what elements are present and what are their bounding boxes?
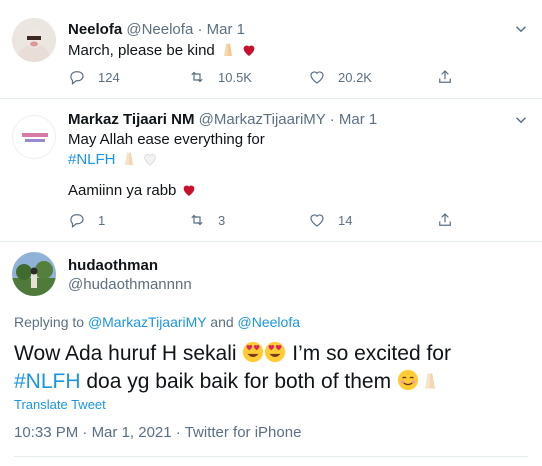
tweet-date[interactable]: Mar 1: [339, 111, 377, 128]
tweet-source[interactable]: Twitter for iPhone: [185, 424, 302, 441]
heart-eyes-emoji: [264, 341, 286, 371]
smiling-face-emoji: [397, 369, 419, 399]
tweet-text: March, please be kind: [68, 42, 215, 59]
avatar-hudaothman[interactable]: [12, 252, 56, 296]
like-icon: [310, 71, 324, 84]
dot-separator: ·: [175, 424, 181, 441]
white-heart-emoji: [142, 151, 158, 173]
tweet-markaz[interactable]: Markaz Tijaari NM @MarkazTijaariMY · Mar…: [0, 99, 542, 241]
like-count: 20.2K: [338, 69, 372, 85]
user-handle[interactable]: @Neelofa: [126, 21, 193, 38]
retweet-button[interactable]: 10.5K: [188, 68, 308, 86]
reply-button[interactable]: 124: [68, 68, 188, 86]
replying-to-label: Replying to: [14, 314, 85, 330]
folded-hands-emoji: [419, 369, 441, 399]
translate-tweet-link[interactable]: Translate Tweet: [14, 397, 106, 412]
folded-hands-emoji: [219, 40, 237, 64]
like-icon: [310, 214, 324, 227]
tweet-text-part: Wow Ada huruf H sekali: [14, 342, 237, 365]
user-handle[interactable]: @hudaothmannnn: [68, 276, 192, 293]
reply-icon: [70, 214, 84, 228]
chevron-down-icon[interactable]: [512, 111, 530, 132]
retweet-icon: [191, 214, 203, 226]
heart-emoji: [181, 182, 197, 204]
tweet-full-date[interactable]: Mar 1, 2021: [92, 424, 172, 441]
tweet-text-part: I’m so excited for: [292, 342, 451, 365]
display-name[interactable]: Markaz Tijaari NM: [68, 111, 194, 128]
avatar-markaz[interactable]: [12, 115, 56, 159]
share-button[interactable]: [436, 211, 454, 229]
share-button[interactable]: [436, 68, 454, 86]
tweet-text-line: May Allah ease everything for: [68, 131, 265, 148]
user-handle[interactable]: @MarkazTijaariMY: [199, 111, 326, 128]
tweet-time[interactable]: 10:33 PM: [14, 424, 78, 441]
retweet-icon: [191, 71, 203, 83]
retweet-count: 10.5K: [218, 69, 252, 85]
reply-icon: [70, 71, 84, 85]
hashtag-link[interactable]: #NLFH: [14, 370, 81, 393]
tweet-text-part: doa yg baik baik for both of them: [86, 370, 392, 393]
dot-separator: ·: [82, 424, 88, 441]
share-icon: [439, 213, 451, 226]
tweet-date[interactable]: Mar 1: [207, 21, 245, 38]
reply-mention-link[interactable]: @Neelofa: [238, 314, 300, 330]
tweet-text-line: Aamiinn ya rabb: [68, 182, 177, 199]
reply-count: 124: [98, 69, 120, 85]
dot-separator: ·: [197, 21, 203, 38]
heart-emoji: [241, 42, 257, 64]
folded-hands-emoji: [120, 149, 138, 173]
dot-separator: ·: [329, 111, 335, 128]
reply-button[interactable]: 1: [68, 211, 188, 229]
display-name[interactable]: hudaothman: [68, 257, 158, 274]
retweet-count: 3: [218, 212, 226, 228]
reply-count: 1: [98, 212, 106, 228]
like-count: 14: [338, 212, 353, 228]
hashtag-link[interactable]: #NLFH: [68, 151, 116, 168]
tweet-neelofa[interactable]: Neelofa @Neelofa · Mar 1 March, please b…: [0, 0, 542, 98]
like-button[interactable]: 14: [308, 211, 436, 229]
replying-and: and: [210, 314, 234, 330]
reply-mention-link[interactable]: @MarkazTijaariMY: [88, 314, 206, 330]
focused-tweet: hudaothman @hudaothmannnn Replying to @M…: [0, 242, 542, 466]
share-icon: [439, 70, 451, 83]
avatar-neelofa[interactable]: [12, 18, 56, 62]
like-button[interactable]: 20.2K: [308, 68, 436, 86]
chevron-down-icon[interactable]: [512, 20, 530, 41]
divider: [14, 456, 528, 457]
heart-eyes-emoji: [242, 341, 264, 371]
retweet-button[interactable]: 3: [188, 211, 308, 229]
display-name[interactable]: Neelofa: [68, 21, 122, 38]
